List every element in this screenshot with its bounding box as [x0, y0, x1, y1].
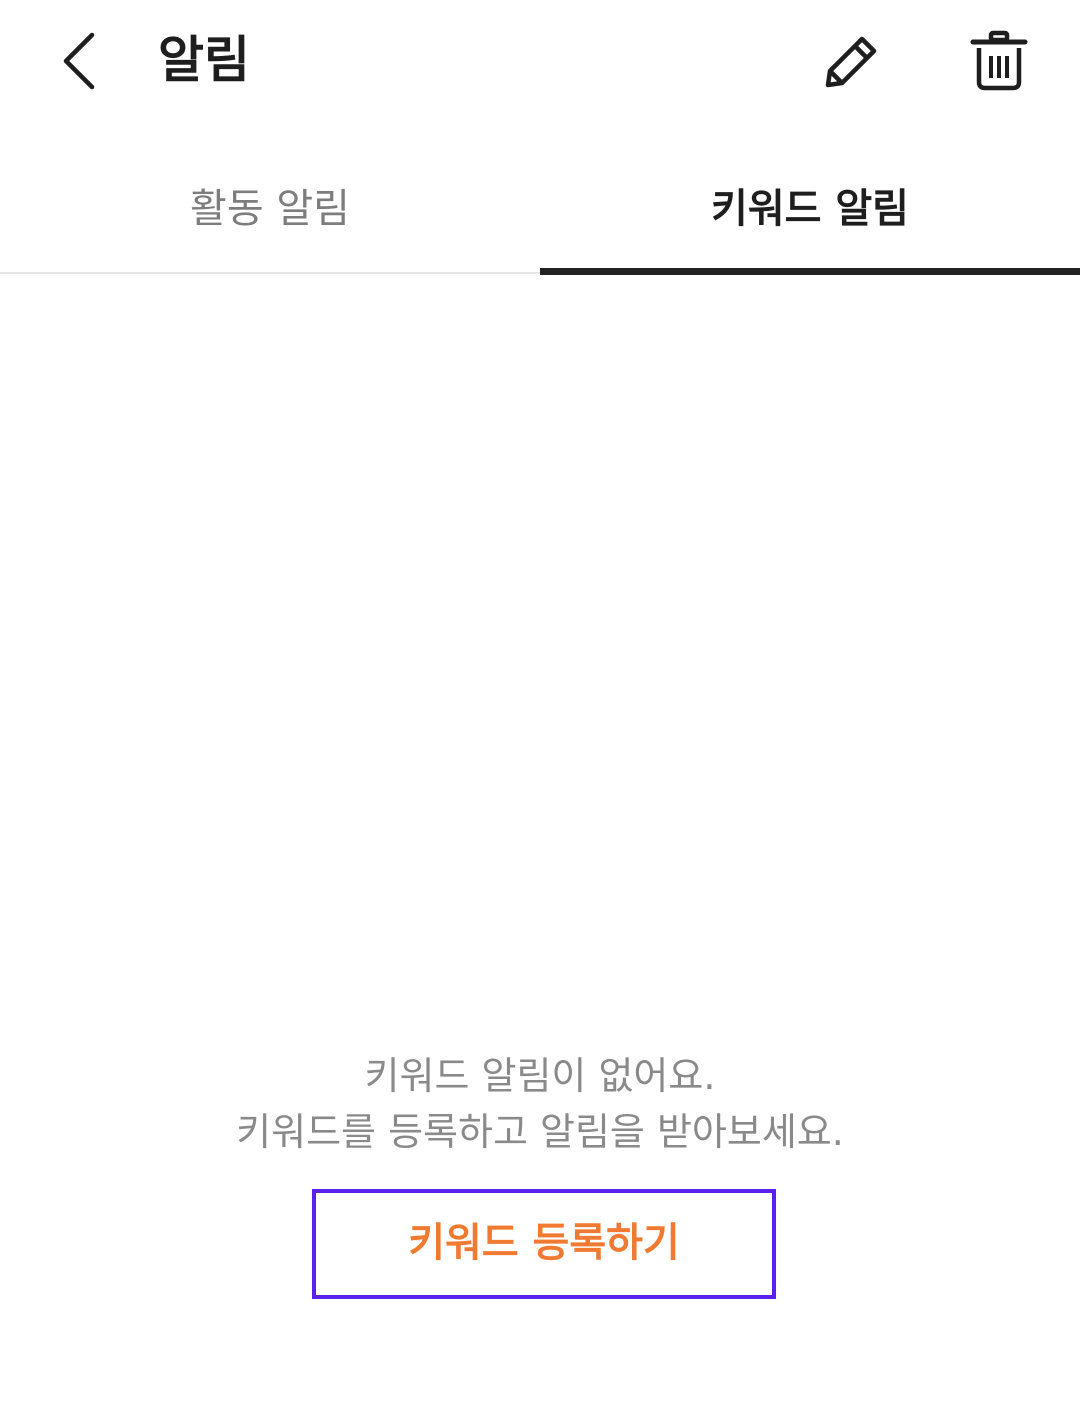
- tab-keyword-alerts[interactable]: 키워드 알림: [540, 150, 1080, 274]
- tab-activity-alerts[interactable]: 활동 알림: [0, 150, 540, 274]
- delete-button[interactable]: [966, 28, 1032, 94]
- trash-icon: [970, 30, 1028, 91]
- back-button[interactable]: [52, 26, 108, 96]
- tab-bar: 활동 알림 키워드 알림: [0, 150, 1080, 274]
- empty-state-line: 키워드 알림이 없어요.: [364, 1054, 716, 1098]
- page-title: 알림: [158, 31, 250, 89]
- empty-state-line: 키워드를 등록하고 알림을 받아보세요.: [236, 1110, 844, 1154]
- edit-button[interactable]: [818, 30, 884, 94]
- active-tab-indicator: [540, 268, 1080, 275]
- empty-state-message: 키워드 알림이 없어요. 키워드를 등록하고 알림을 받아보세요.: [0, 1048, 1080, 1160]
- register-keyword-label: 키워드 등록하기: [408, 1220, 680, 1266]
- top-app-bar: 알림: [0, 0, 1080, 124]
- tab-label: 활동 알림: [190, 186, 350, 232]
- tab-label: 키워드 알림: [711, 186, 909, 232]
- register-keyword-button[interactable]: 키워드 등록하기: [312, 1189, 776, 1299]
- chevron-left-icon: [63, 32, 95, 90]
- pencil-icon: [825, 36, 877, 88]
